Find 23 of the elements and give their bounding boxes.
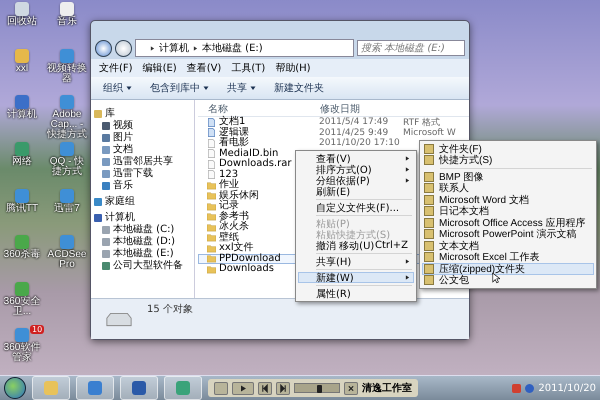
file-type: RTF 格式 xyxy=(403,116,440,128)
file-name: 逻辑课 xyxy=(219,128,249,138)
file-name: xxl文件 xyxy=(219,243,254,254)
player-title: 清逸工作室 xyxy=(362,381,412,395)
file-name: 壁纸 xyxy=(219,232,239,243)
file-name: Downloads xyxy=(219,264,274,274)
file-name: 记录 xyxy=(219,201,239,212)
file-date: 2011/10/20 17:10 xyxy=(319,138,401,148)
file-name: 娱乐休闲 xyxy=(219,190,259,201)
file-name: 作业 xyxy=(219,180,239,190)
file-name: PPDownload xyxy=(219,254,281,264)
file-name: 看电影 xyxy=(219,138,249,148)
file-type: Microsoft W xyxy=(403,128,456,138)
file-name: MediaID.bin xyxy=(219,148,278,159)
file-name: 123 xyxy=(219,170,238,180)
file-name: 文档1 xyxy=(219,117,246,128)
file-name: 参考书 xyxy=(219,212,249,222)
file-date: 2011/4/25 9:49 xyxy=(319,128,390,138)
count-badge: 10 xyxy=(30,325,44,334)
file-name: 冰火杀 xyxy=(219,222,249,232)
file-date: 2011/5/4 17:49 xyxy=(319,117,390,128)
item-count: 15 个对象 xyxy=(147,302,193,316)
file-name: Downloads.rar xyxy=(219,159,292,170)
